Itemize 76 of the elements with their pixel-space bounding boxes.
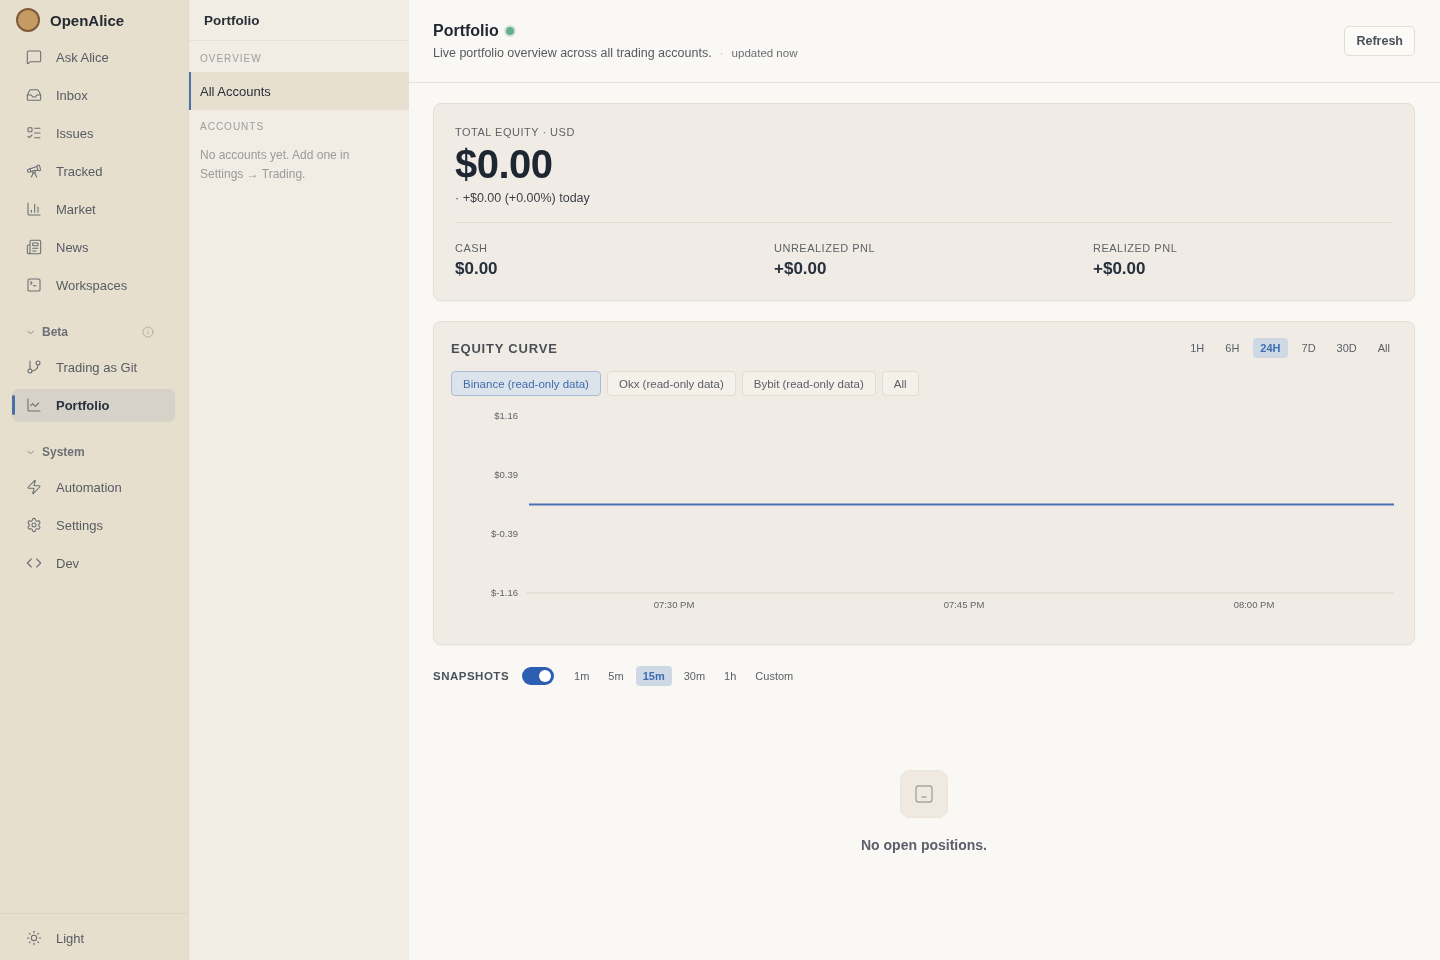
- y-axis-label: $0.39: [494, 468, 518, 480]
- separator-dot: ·: [719, 46, 724, 60]
- line-chart-icon: [26, 397, 42, 413]
- stat-value: +$0.00: [774, 259, 828, 279]
- terminal-icon: [26, 277, 42, 293]
- bar-chart-icon: [26, 201, 42, 217]
- nav-item[interactable]: Portfolio: [12, 389, 175, 421]
- telescope-icon: [26, 163, 42, 179]
- nav-item[interactable]: Inbox: [12, 79, 175, 111]
- interval-tab[interactable]: Custom: [748, 666, 801, 686]
- code-icon: [26, 555, 42, 571]
- avatar-icon: [16, 8, 40, 32]
- snapshots-toggle[interactable]: [522, 667, 555, 685]
- empty-box-icon: [900, 770, 948, 818]
- nav-item[interactable]: Trading as Git: [12, 351, 175, 383]
- checklist-icon: [26, 125, 42, 141]
- interval-tab[interactable]: 15m: [635, 666, 672, 686]
- stat-label: CASH: [455, 241, 489, 255]
- range-tab[interactable]: 7D: [1294, 338, 1323, 358]
- empty-message: No open positions.: [861, 836, 987, 854]
- range-tab[interactable]: All: [1370, 338, 1397, 358]
- group-heading: OVERVIEW: [199, 52, 263, 66]
- brand-name: OpenAlice: [50, 11, 125, 29]
- x-axis-label: 07:45 PM: [943, 599, 985, 610]
- account-nav-item[interactable]: All Accounts: [189, 72, 409, 110]
- empty-note: No accounts yet. Add one in Settings → Trading.: [200, 147, 351, 183]
- group-heading: ACCOUNTS: [199, 120, 266, 134]
- updated-status: updated now: [731, 47, 798, 59]
- nav-item[interactable]: Tracked: [12, 155, 175, 187]
- account-tab[interactable]: Bybit (read-only data): [741, 371, 876, 396]
- theme-toggle[interactable]: Light: [12, 922, 175, 954]
- nav-item[interactable]: News: [12, 231, 175, 263]
- interval-tab[interactable]: 30m: [676, 666, 713, 686]
- refresh-button[interactable]: Refresh: [1344, 26, 1415, 56]
- nav-item[interactable]: Settings: [12, 509, 175, 541]
- nav-item[interactable]: Dev: [12, 547, 175, 579]
- range-tab[interactable]: 24H: [1253, 338, 1288, 358]
- y-axis-label: $-0.39: [491, 528, 518, 540]
- git-branch-icon: [26, 359, 42, 375]
- nav-item[interactable]: Ask Alice: [12, 41, 175, 73]
- section-toggle[interactable]: Beta: [25, 325, 68, 339]
- inbox-icon: [26, 87, 42, 103]
- sun-icon: [26, 930, 42, 946]
- section-toggle[interactable]: System: [25, 445, 85, 459]
- daily-change: · +$0.00 (+0.00%) today: [455, 190, 591, 206]
- interval-tab[interactable]: 1h: [717, 666, 744, 686]
- snapshots-label: SNAPSHOTS: [433, 670, 510, 682]
- panel-title: Portfolio: [204, 12, 260, 28]
- account-tab[interactable]: All: [881, 371, 919, 396]
- range-tab[interactable]: 1H: [1183, 338, 1212, 358]
- card-title: EQUITY CURVE: [451, 340, 558, 356]
- account-tab[interactable]: Okx (read-only data): [606, 371, 736, 396]
- range-tab[interactable]: 30D: [1329, 338, 1364, 358]
- x-axis-label: 07:30 PM: [653, 599, 695, 610]
- page-title: Portfolio: [433, 21, 499, 41]
- nav-item[interactable]: Automation: [12, 471, 175, 503]
- nav-item[interactable]: Issues: [12, 117, 175, 149]
- stat-label: REALIZED PNL: [1093, 241, 1179, 255]
- range-tab[interactable]: 6H: [1218, 338, 1247, 358]
- nav-item[interactable]: Market: [12, 193, 175, 225]
- stat-label: UNREALIZED PNL: [774, 241, 877, 255]
- x-axis-label: 08:00 PM: [1233, 599, 1275, 610]
- y-axis-label: $-1.16: [491, 587, 518, 598]
- account-tab[interactable]: Binance (read-only data): [451, 371, 601, 396]
- newspaper-icon: [26, 239, 42, 255]
- interval-tab[interactable]: 5m: [601, 666, 631, 686]
- page-subtitle: Live portfolio overview across all trading accounts.: [433, 46, 712, 60]
- nav-item[interactable]: Workspaces: [12, 269, 175, 301]
- summary-label: TOTAL EQUITY · USD: [455, 126, 576, 138]
- interval-tab[interactable]: 1m: [567, 666, 597, 686]
- settings-icon: [26, 517, 42, 533]
- lightning-icon: [26, 479, 42, 495]
- y-axis-label: $1.16: [494, 410, 518, 421]
- total-equity-value: $0.00: [455, 143, 554, 185]
- stat-value: +$0.00: [1093, 259, 1147, 279]
- stat-value: $0.00: [455, 259, 499, 279]
